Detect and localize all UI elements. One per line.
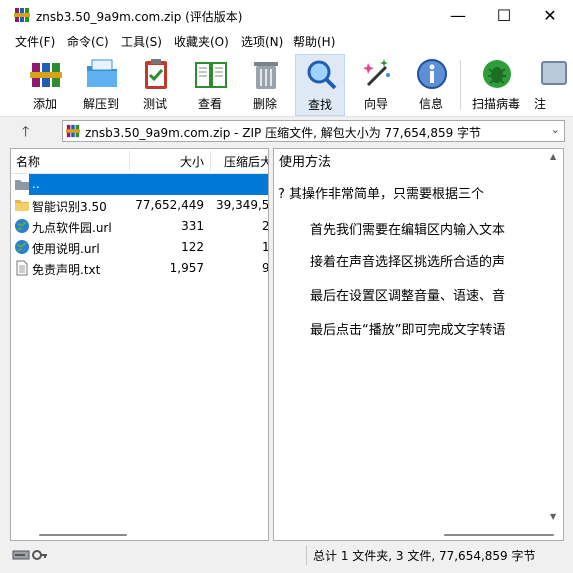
column-divider[interactable] [129,151,130,171]
status-divider [306,545,307,565]
window-title: znsb3.50_9a9m.com.zip (评估版本) [36,10,243,24]
extract-to-button[interactable]: 解压到 [77,54,125,114]
file-packed-size: 39,349,5 [216,198,269,212]
column-header: 名称 大小 压缩后大 [11,149,268,174]
maximize-icon: ☐ [496,5,512,25]
comment-icon [541,61,567,85]
column-packed[interactable]: 压缩后大 [224,153,268,170]
file-size: 122 [181,240,204,254]
file-row[interactable]: 免责声明.txt 1,957 9 [11,258,268,279]
drive-key-icon[interactable] [12,548,48,562]
close-button[interactable]: ✕ [527,0,573,30]
toolbar: 添加 解压到 测试 查看 删除 查找 向导 信息 扫描病毒 注 [0,52,573,117]
close-icon: ✕ [543,5,557,25]
up-arrow-icon[interactable]: 🡑 [22,121,29,145]
maximize-button[interactable]: ☐ [481,0,527,30]
horizontal-scrollbar[interactable] [11,530,268,540]
test-button[interactable]: 测试 [131,54,179,114]
toolbar-separator [460,60,461,110]
file-row[interactable]: 智能识别3.50 77,652,449 39,349,5 [11,195,268,216]
add-button[interactable]: 添加 [21,54,69,114]
file-row[interactable]: 九点软件园.url 331 2 [11,216,268,237]
wizard-wand-icon [363,59,390,87]
file-list[interactable]: 名称 大小 压缩后大 .. 智能识别3.50 77,652,449 39,349… [10,148,269,541]
find-button[interactable]: 查找 [295,54,345,116]
scroll-down-icon[interactable]: ▼ [550,512,556,521]
column-size[interactable]: 大小 [180,153,204,170]
add-archive-icon [30,63,62,87]
chevron-down-icon[interactable]: ⌄ [551,123,560,136]
selection-highlight [29,174,268,195]
text-file-icon [16,260,28,276]
comment-title: 使用方法 [279,155,332,170]
globe-url-icon [15,219,29,233]
globe-url-icon [15,240,29,254]
minimize-icon: — [450,5,466,25]
comment-line: 最后点击“播放”即可完成文字转语 [310,323,506,338]
virus-scan-label: 扫描病毒 [471,97,520,111]
status-bar: 总计 1 文件夹, 3 文件, 77,654,859 字节 [0,543,573,573]
vertical-scrollbar[interactable]: ▲ ▼ [547,149,563,540]
comment-line: ? 其操作非常简单，只需要根据三个 [278,187,485,202]
title-bar: znsb3.50_9a9m.com.zip (评估版本) — ☐ ✕ [0,0,573,30]
comment-label: 注 [533,97,546,111]
address-text: znsb3.50_9a9m.com.zip - ZIP 压缩文件, 解包大小为 … [85,126,482,140]
magnifier-icon [307,60,337,90]
menu-bar: 文件(F) 命令(C) 工具(S) 收藏夹(O) 选项(N) 帮助(H) [0,30,573,52]
scrollbar-thumb[interactable] [39,534,127,536]
file-name: 使用说明.url [32,242,100,256]
file-name: 九点软件园.url [32,221,112,235]
winrar-books-icon [66,124,80,138]
menu-file[interactable]: 文件(F) [15,33,55,50]
parent-folder-icon [15,180,29,190]
comment-pane[interactable]: 使用方法 ? 其操作非常简单，只需要根据三个 首先我们需要在编辑区内输入文本 接… [273,148,564,541]
menu-help[interactable]: 帮助(H) [293,33,335,50]
file-size: 77,652,449 [135,198,204,212]
file-packed-size: 9 [262,261,269,275]
wizard-button[interactable]: 向导 [352,54,400,114]
file-row[interactable]: 使用说明.url 122 1 [11,237,268,258]
column-divider[interactable] [210,151,211,171]
file-row-parent[interactable]: .. [11,174,268,195]
address-bar: 🡑 znsb3.50_9a9m.com.zip - ZIP 压缩文件, 解包大小… [0,117,573,145]
menu-favorites[interactable]: 收藏夹(O) [174,33,229,50]
status-summary: 总计 1 文件夹, 3 文件, 77,654,859 字节 [313,549,536,563]
virus-scan-icon [483,60,511,88]
virus-scan-button[interactable]: 扫描病毒 [472,54,520,114]
delete-button[interactable]: 删除 [241,54,289,114]
winrar-books-icon [14,8,30,22]
trash-can-icon [254,62,278,89]
column-name[interactable]: 名称 [16,153,40,170]
minimize-button[interactable]: — [435,0,481,30]
scroll-up-icon[interactable]: ▲ [550,152,556,161]
file-packed-size: 2 [262,219,269,233]
address-field[interactable]: znsb3.50_9a9m.com.zip - ZIP 压缩文件, 解包大小为 … [62,120,565,142]
menu-options[interactable]: 选项(N) [241,33,283,50]
extract-folder-icon [87,59,117,87]
menu-commands[interactable]: 命令(C) [67,33,109,50]
comment-line: 最后在设置区调整音量、语速、音 [310,289,506,304]
test-clipboard-icon [145,59,167,89]
comment-line: 首先我们需要在编辑区内输入文本 [310,223,506,238]
folder-icon [15,200,29,211]
scrollbar-thumb[interactable] [444,534,554,536]
file-name: 智能识别3.50 [32,200,107,214]
file-packed-size: 1 [262,240,269,254]
menu-tools[interactable]: 工具(S) [121,33,162,50]
comment-line: 接着在声音选择区挑选所合适的声 [310,255,506,270]
file-name: 免责声明.txt [32,263,101,277]
comment-button[interactable]: 注 [530,54,573,114]
horizontal-scrollbar[interactable] [274,530,554,540]
pane-splitter[interactable] [270,148,272,541]
info-icon [417,59,447,89]
file-size: 1,957 [169,261,204,275]
info-label: 信息 [418,97,443,111]
file-size: 331 [181,219,204,233]
view-book-icon [195,62,227,88]
view-button[interactable]: 查看 [186,54,234,114]
info-button[interactable]: 信息 [407,54,455,114]
file-name: .. [32,177,40,191]
